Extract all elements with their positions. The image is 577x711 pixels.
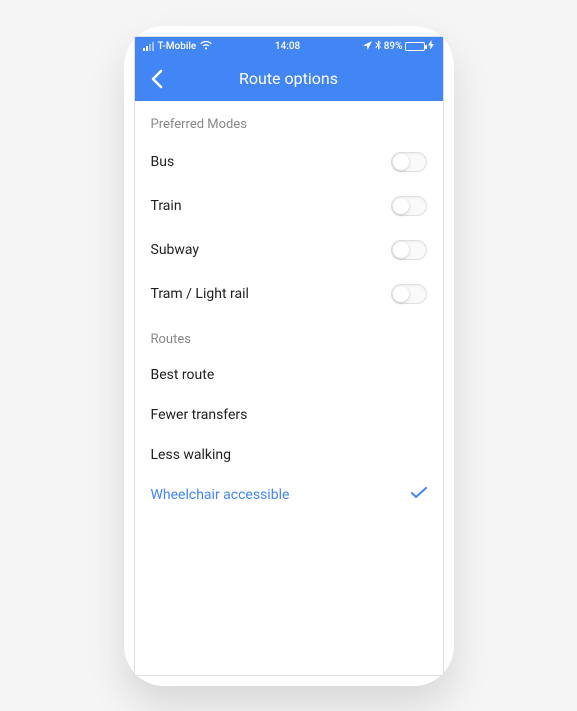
- toggle-subway[interactable]: [391, 240, 427, 260]
- section-header-routes: Routes: [135, 316, 443, 355]
- bluetooth-icon: [375, 40, 381, 53]
- check-icon: [411, 487, 427, 503]
- toggle-train[interactable]: [391, 196, 427, 216]
- mode-row-subway[interactable]: Subway: [135, 228, 443, 272]
- mode-row-bus[interactable]: Bus: [135, 140, 443, 184]
- mode-label: Bus: [151, 154, 175, 170]
- toggle-bus[interactable]: [391, 152, 427, 172]
- signal-icon: [143, 42, 154, 51]
- mode-label: Subway: [151, 242, 200, 258]
- status-left: T-Mobile: [143, 41, 213, 53]
- chevron-left-icon: [151, 69, 163, 89]
- mode-label: Tram / Light rail: [151, 286, 249, 302]
- location-icon: [363, 41, 372, 53]
- battery-icon: [405, 42, 425, 51]
- battery-pct: 89%: [384, 41, 403, 52]
- route-label: Best route: [151, 367, 215, 383]
- route-row-wheelchair[interactable]: Wheelchair accessible: [135, 475, 443, 515]
- section-header-modes: Preferred Modes: [135, 101, 443, 140]
- carrier-label: T-Mobile: [158, 41, 197, 52]
- route-row-fewer-transfers[interactable]: Fewer transfers: [135, 395, 443, 435]
- page-title: Route options: [135, 69, 443, 88]
- route-row-best[interactable]: Best route: [135, 355, 443, 395]
- route-label: Fewer transfers: [151, 407, 248, 423]
- mode-label: Train: [151, 198, 182, 214]
- content: Preferred Modes Bus Train Subway Tram / …: [135, 101, 443, 675]
- screen: T-Mobile 14:08 89%: [134, 36, 444, 676]
- status-bar: T-Mobile 14:08 89%: [135, 37, 443, 57]
- phone-frame: T-Mobile 14:08 89%: [124, 26, 454, 686]
- wifi-icon: [200, 41, 212, 53]
- status-time: 14:08: [275, 41, 300, 52]
- route-label: Less walking: [151, 447, 232, 463]
- status-right: 89%: [363, 40, 435, 53]
- nav-header: Route options: [135, 57, 443, 101]
- back-button[interactable]: [135, 57, 179, 101]
- route-row-less-walking[interactable]: Less walking: [135, 435, 443, 475]
- charging-icon: [428, 40, 434, 53]
- mode-row-train[interactable]: Train: [135, 184, 443, 228]
- toggle-tram[interactable]: [391, 284, 427, 304]
- route-label: Wheelchair accessible: [151, 487, 290, 503]
- mode-row-tram[interactable]: Tram / Light rail: [135, 272, 443, 316]
